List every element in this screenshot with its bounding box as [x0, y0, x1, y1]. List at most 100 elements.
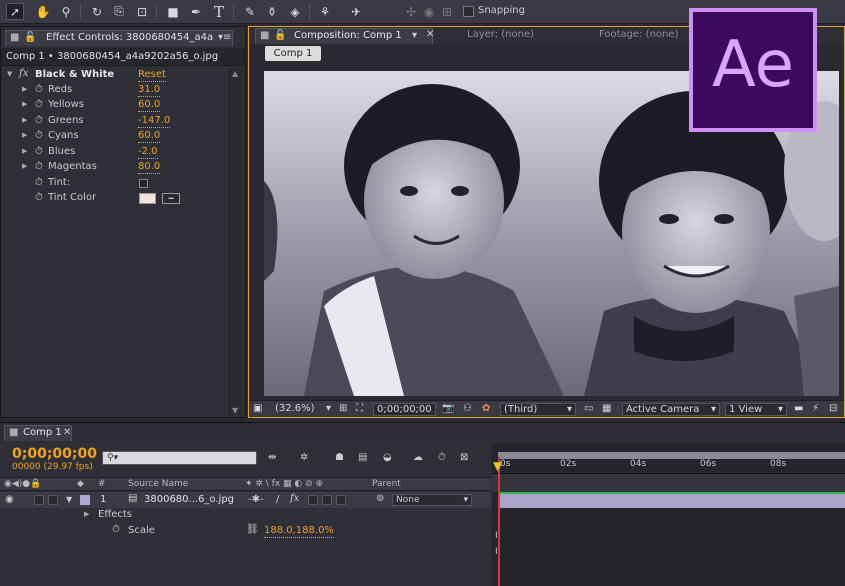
quality-switch-icon[interactable]: / [276, 494, 279, 505]
constrain-proportions-icon[interactable]: ⛓ [246, 524, 259, 535]
zoom-dropdown-icon[interactable]: ▾ [326, 403, 331, 416]
show-snapshot-icon[interactable]: ⚇ [463, 403, 472, 416]
work-area-bar[interactable] [498, 452, 845, 459]
eraser-tool-icon[interactable]: ◈ [286, 3, 304, 20]
param-value[interactable]: 31.0 [138, 84, 161, 97]
current-time-display[interactable]: 0;00;00;00 [373, 403, 436, 416]
camera-dropdown[interactable]: Active Camera ▾ [622, 403, 720, 416]
parent-pickwhip-icon[interactable]: ⊚ [376, 493, 384, 504]
close-icon[interactable]: ✕ [63, 427, 71, 438]
parent-dropdown[interactable]: None ▾ [392, 494, 472, 506]
pen-tool-icon[interactable]: ✒ [187, 3, 205, 20]
tint-color-swatch[interactable] [139, 193, 156, 204]
comp-breadcrumb-tab[interactable]: Comp 1 [265, 46, 321, 61]
effect-controls-scrollbar[interactable]: ▲ ▼ [229, 69, 243, 415]
effect-header-row[interactable]: ▼ fx Black & White Reset [1, 68, 227, 83]
collapse-triangle-icon[interactable]: ▼ [7, 70, 12, 78]
expand-triangle-icon[interactable]: ▶ [22, 100, 27, 108]
composition-tab[interactable]: ■ 🔓 Composition: Comp 1 ▾ [255, 28, 433, 44]
transparency-grid-icon[interactable]: ▦ [602, 403, 611, 416]
axis-world-icon[interactable]: ◉ [420, 3, 438, 20]
shy-switch-icon[interactable]: -✱- [248, 494, 264, 505]
column-parent[interactable]: Parent [372, 479, 401, 489]
type-tool-icon[interactable]: T [210, 3, 228, 21]
stopwatch-icon[interactable]: ⏱ [112, 524, 120, 535]
effects-group-row[interactable]: ▶ Effects [0, 508, 491, 523]
layer-duration-bar[interactable] [499, 492, 845, 508]
label-color-swatch[interactable] [80, 495, 90, 505]
region-of-interest-icon[interactable]: ▭ [584, 403, 593, 416]
motion-blur-switch[interactable] [322, 495, 332, 505]
panel-menu-icon[interactable]: ■ [260, 30, 269, 41]
timeline-link-icon[interactable]: ⊟ [829, 403, 837, 416]
expand-triangle-icon[interactable]: ▶ [22, 85, 27, 93]
expand-triangle-icon[interactable]: ▶ [22, 147, 27, 155]
lock-icon[interactable]: 🔓 [274, 30, 286, 41]
zoom-level[interactable]: (32.6%) [275, 403, 315, 416]
rectangle-tool-icon[interactable]: ■ [164, 3, 182, 20]
param-value[interactable]: -2.0 [138, 146, 158, 159]
footage-tab[interactable]: Footage: (none) [599, 29, 678, 40]
channels-icon[interactable]: ✿ [482, 403, 490, 416]
close-icon[interactable]: ✕ [426, 29, 434, 40]
expand-triangle-icon[interactable]: ▶ [22, 162, 27, 170]
auto-keyframe-icon[interactable]: ⏱ [438, 452, 446, 463]
stopwatch-icon[interactable]: ⏱ [35, 130, 43, 141]
tint-checkbox[interactable] [139, 179, 148, 188]
timeline-tab[interactable]: ■ Comp 1 ✕ [4, 425, 72, 441]
panel-menu-icon[interactable]: ■ [9, 427, 18, 438]
rotate-tool-icon[interactable]: ↻ [88, 3, 106, 20]
scale-value[interactable]: 188.0,188.0% [264, 525, 334, 538]
column-source-name[interactable]: Source Name [128, 479, 188, 489]
solo-switch[interactable] [34, 495, 44, 505]
layer-name[interactable]: 3800680...6_o.jpg [144, 494, 234, 505]
frame-blend-switch[interactable] [308, 495, 318, 505]
stopwatch-icon[interactable]: ⏱ [35, 84, 43, 95]
layer-row[interactable]: ◉ ▼ 1 ▤ 3800680...6_o.jpg -✱- / fx ⊚ Non… [0, 492, 491, 508]
param-value[interactable]: 80.0 [138, 161, 161, 174]
collapse-triangle-icon[interactable]: ▼ [66, 495, 72, 504]
hand-tool-icon[interactable]: ✋ [34, 3, 52, 20]
panel-menu-icon[interactable]: ■ [10, 32, 19, 43]
param-value[interactable]: 60.0 [138, 130, 161, 143]
view-layout-dropdown[interactable]: 1 View ▾ [725, 403, 787, 416]
camera-tool-icon[interactable]: ⎘ [110, 3, 128, 20]
hide-shy-layers-icon[interactable]: ☗ [335, 452, 344, 463]
brainstorm-icon[interactable]: ☁ [413, 452, 423, 463]
frame-blending-icon[interactable]: ▤ [358, 452, 367, 463]
effect-controls-tab[interactable]: ■ 🔓 Effect Controls: 3800680454_a4a ▾≡ [5, 30, 233, 46]
scroll-down-icon[interactable]: ▼ [232, 406, 238, 415]
stopwatch-icon[interactable]: ⏱ [35, 161, 43, 172]
playhead-line[interactable] [498, 457, 500, 586]
param-value[interactable]: -147.0 [138, 115, 171, 128]
brush-tool-icon[interactable]: ✎ [241, 3, 259, 20]
stopwatch-icon[interactable]: ⏱ [35, 115, 43, 126]
stopwatch-icon[interactable]: ⏱ [35, 177, 43, 188]
pan-behind-tool-icon[interactable]: ⊡ [133, 3, 151, 20]
always-preview-icon[interactable]: ▣ [253, 403, 262, 416]
comp-mini-flowchart-icon[interactable]: ⇹ [268, 452, 276, 463]
selection-tool-icon[interactable]: ➚ [6, 3, 24, 20]
param-value[interactable]: 60.0 [138, 99, 161, 112]
axis-mode-icon[interactable]: ✣ [402, 3, 420, 20]
resolution-dropdown[interactable]: (Third) ▾ [500, 403, 576, 416]
axis-view-icon[interactable]: ⊞ [438, 3, 456, 20]
effect-switch-icon[interactable]: fx [290, 493, 299, 504]
fast-previews-icon[interactable]: ⚡ [812, 403, 819, 416]
scroll-up-icon[interactable]: ▲ [232, 69, 238, 78]
roto-brush-tool-icon[interactable]: ⚘ [316, 3, 334, 20]
timeline-track-area[interactable]: 0s 02s 04s 06s 08s I I ▼ [492, 443, 845, 586]
draft-3d-icon[interactable]: ✲ [300, 452, 308, 463]
clone-stamp-tool-icon[interactable]: ⚱ [263, 3, 281, 20]
playhead-handle-icon[interactable]: ▼ [493, 459, 505, 473]
stopwatch-icon[interactable]: ⏱ [35, 99, 43, 110]
title-safe-icon[interactable]: ⊞ [339, 403, 347, 416]
scale-property-row[interactable]: ⏱ Scale ⛓ 188.0,188.0% [0, 523, 491, 539]
zoom-tool-icon[interactable]: ⚲ [57, 3, 75, 20]
timeline-current-time[interactable]: 0;00;00;00 [12, 446, 97, 462]
expand-triangle-icon[interactable]: ▶ [22, 116, 27, 124]
motion-blur-icon[interactable]: ◒ [383, 452, 392, 463]
lock-icon[interactable]: 🔓 [24, 32, 36, 43]
snapping-checkbox[interactable] [463, 6, 474, 17]
visibility-eye-icon[interactable]: ◉ [5, 494, 14, 505]
